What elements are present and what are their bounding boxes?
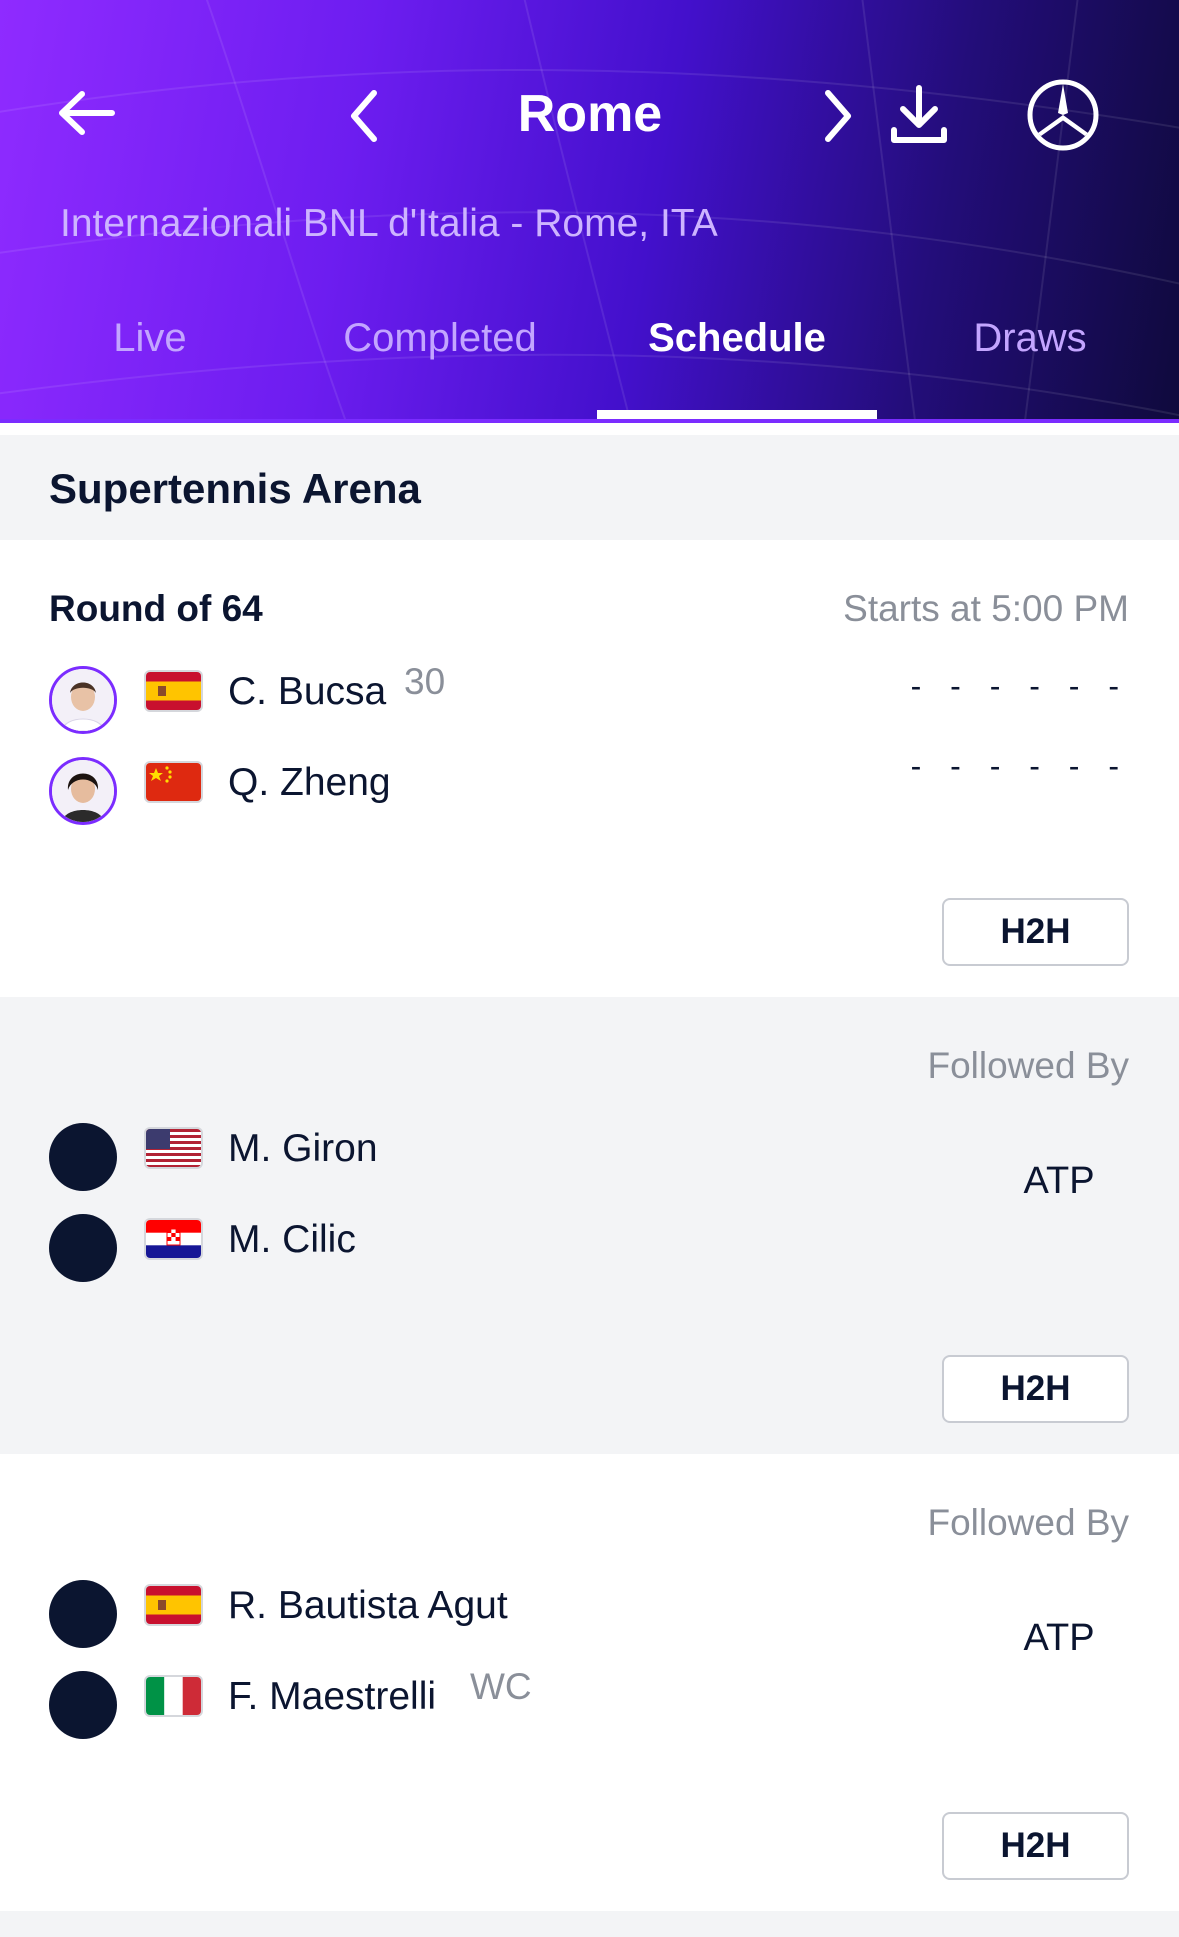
court-section-header: Supertennis Arena [0,435,1179,540]
player-photo-icon [52,760,114,822]
player-name[interactable]: Q. Zheng [228,761,391,805]
back-button[interactable] [56,88,118,138]
player-name[interactable]: F. Maestrelli [228,1675,436,1719]
h2h-button[interactable]: H2H [942,1355,1129,1423]
tour-label: ATP [1023,1160,1095,1202]
mercedes-star-icon [1027,79,1099,151]
download-icon [891,85,947,143]
tour-label: ATP [1023,1617,1095,1659]
player-avatar-placeholder[interactable] [49,1580,117,1648]
tab-live[interactable]: Live [40,316,260,361]
player-name[interactable]: C. Bucsa [228,670,386,714]
italy-flag-icon [146,1677,201,1715]
player-score: - - - - - - [910,748,1129,784]
h2h-button[interactable]: H2H [942,1812,1129,1880]
usa-flag-icon [146,1129,201,1167]
player-photo-icon [52,669,114,731]
croatia-flag-icon [146,1220,201,1258]
tab-bar: Live Completed Schedule Draws [0,300,1179,423]
app-header: Rome Internazionali BNL d'Italia - Rome,… [0,0,1179,423]
player-name[interactable]: R. Bautista Agut [228,1584,508,1628]
tournament-title: Rome [517,85,663,143]
match-followed-by: Followed By [927,1045,1129,1086]
header-divider [0,419,1179,423]
match-followed-by: Followed By [927,1502,1129,1543]
match-card[interactable]: Followed By R. Bautista Agut F. Maestrel… [0,1454,1179,1911]
tab-draws[interactable]: Draws [920,316,1140,361]
flag-usa [146,1129,201,1167]
player-name[interactable]: M. Giron [228,1127,378,1171]
match-start-time: Starts at 5:00 PM [843,588,1129,629]
player-avatar[interactable] [49,666,117,734]
flag-spain [146,1586,201,1624]
next-tournament-button[interactable] [820,88,856,144]
back-arrow-icon [59,91,115,135]
download-button[interactable] [888,84,950,146]
player-name[interactable]: M. Cilic [228,1218,356,1262]
tab-completed[interactable]: Completed [300,316,580,361]
h2h-button[interactable]: H2H [942,898,1129,966]
player-score: - - - - - - [910,668,1129,704]
player-avatar[interactable] [49,757,117,825]
match-card[interactable]: Followed By M. Giron M. Cilic ATP H2H [0,997,1179,1454]
player-seed: 30 [404,661,446,702]
chevron-right-icon [825,90,851,142]
player-seed: WC [470,1666,532,1707]
player-avatar-placeholder[interactable] [49,1123,117,1191]
spain-flag-icon [146,1586,201,1624]
tournament-subtitle: Internazionali BNL d'Italia - Rome, ITA [60,202,718,245]
chevron-left-icon [351,90,377,142]
flag-italy [146,1677,201,1715]
flag-croatia [146,1220,201,1258]
player-avatar-placeholder[interactable] [49,1671,117,1739]
player-avatar-placeholder[interactable] [49,1214,117,1282]
spain-flag-icon [146,672,201,710]
flag-china [146,763,201,801]
sponsor-logo-button[interactable] [1026,78,1100,152]
next-section-edge [0,1911,1179,1937]
china-flag-icon [146,763,201,801]
match-round: Round of 64 [49,588,263,629]
court-name: Supertennis Arena [49,465,421,512]
previous-tournament-button[interactable] [346,88,382,144]
flag-spain [146,672,201,710]
match-card[interactable]: Round of 64 Starts at 5:00 PM C. Bucsa 3… [0,540,1179,997]
tab-schedule[interactable]: Schedule [597,316,877,361]
